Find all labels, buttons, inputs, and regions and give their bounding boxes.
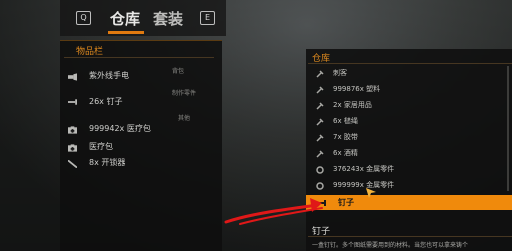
warehouse-item[interactable]: 2x 家居用品 xyxy=(333,100,372,111)
wrench-icon xyxy=(316,134,324,142)
flashlight-icon xyxy=(68,73,77,81)
warehouse-scrollbar[interactable] xyxy=(507,66,509,191)
warehouse-item[interactable]: 7x 胶带 xyxy=(333,132,358,143)
lockpick-icon xyxy=(68,160,77,168)
section-label-other: 其他 xyxy=(178,115,191,122)
inventory-item[interactable]: 医疗包 xyxy=(89,141,113,153)
inventory-title-divider xyxy=(64,57,214,58)
wrench-icon xyxy=(316,70,324,78)
inventory-item[interactable]: 999942x 医疗包 xyxy=(89,123,151,135)
wrench-icon xyxy=(316,150,324,158)
warehouse-item[interactable]: 刺客 xyxy=(333,68,347,79)
selected-warehouse-item[interactable] xyxy=(306,195,512,210)
warehouse-item[interactable]: 999999x 金属零件 xyxy=(333,180,394,191)
inventory-title: 物品栏 xyxy=(76,47,104,57)
item-detail-description: 一盒钉钉。多个图纸需要用到的材料。当您也可以拿来铸个 xyxy=(312,242,469,249)
warehouse-item[interactable]: 376243x 金属零件 xyxy=(333,164,394,175)
inventory-item[interactable]: 26x 钉子 xyxy=(89,96,122,108)
gear-icon xyxy=(316,182,324,190)
inventory-item[interactable]: 8x 开锁器 xyxy=(89,157,125,169)
selected-item-label: 钉子 xyxy=(338,198,354,207)
item-detail-divider xyxy=(308,236,512,237)
warehouse-title-divider xyxy=(308,63,512,64)
gear-icon xyxy=(316,166,324,174)
warehouse-item[interactable]: 6x 槌绳 xyxy=(333,116,358,127)
wrench-icon xyxy=(316,118,324,126)
wrench-icon xyxy=(316,86,324,94)
warehouse-item[interactable]: 6x 酒精 xyxy=(333,148,358,159)
medkit-icon xyxy=(68,144,77,152)
wrench-icon xyxy=(316,102,324,110)
inventory-panel xyxy=(60,40,222,251)
nail-icon xyxy=(68,99,77,105)
cursor-icon xyxy=(366,188,376,198)
section-label-craft-parts: 制作零件 xyxy=(172,90,197,97)
inventory-item[interactable]: 紫外线手电 xyxy=(89,70,129,82)
medkit-icon xyxy=(68,126,77,134)
tab-warehouse[interactable]: 仓库 xyxy=(110,8,140,29)
nail-icon xyxy=(318,200,326,206)
section-label-backpack: 背包 xyxy=(172,68,185,75)
active-tab-indicator xyxy=(108,31,144,34)
next-tab-key-hint[interactable]: E xyxy=(200,11,215,25)
tab-outfit[interactable]: 套装 xyxy=(153,8,183,29)
prev-tab-key-hint[interactable]: Q xyxy=(76,11,91,25)
warehouse-item[interactable]: 999876x 塑料 xyxy=(333,84,380,95)
